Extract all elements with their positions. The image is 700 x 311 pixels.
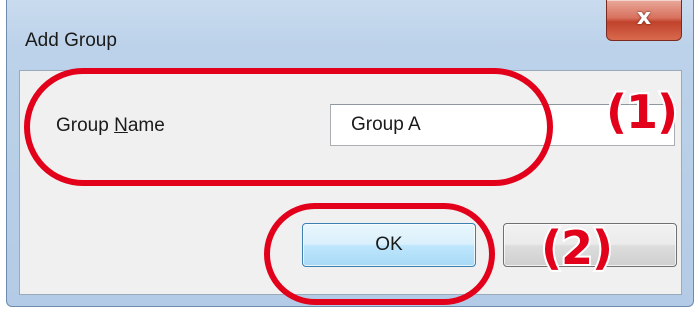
annotation-ring-2 bbox=[264, 203, 495, 305]
annotation-marker-2: (2) bbox=[539, 219, 615, 277]
annotation-marker-1: (1) bbox=[604, 83, 680, 141]
close-button[interactable]: x bbox=[606, 0, 682, 41]
annotation-ring-1 bbox=[24, 68, 553, 186]
window-title: Add Group bbox=[25, 30, 117, 51]
close-icon: x bbox=[636, 5, 652, 30]
